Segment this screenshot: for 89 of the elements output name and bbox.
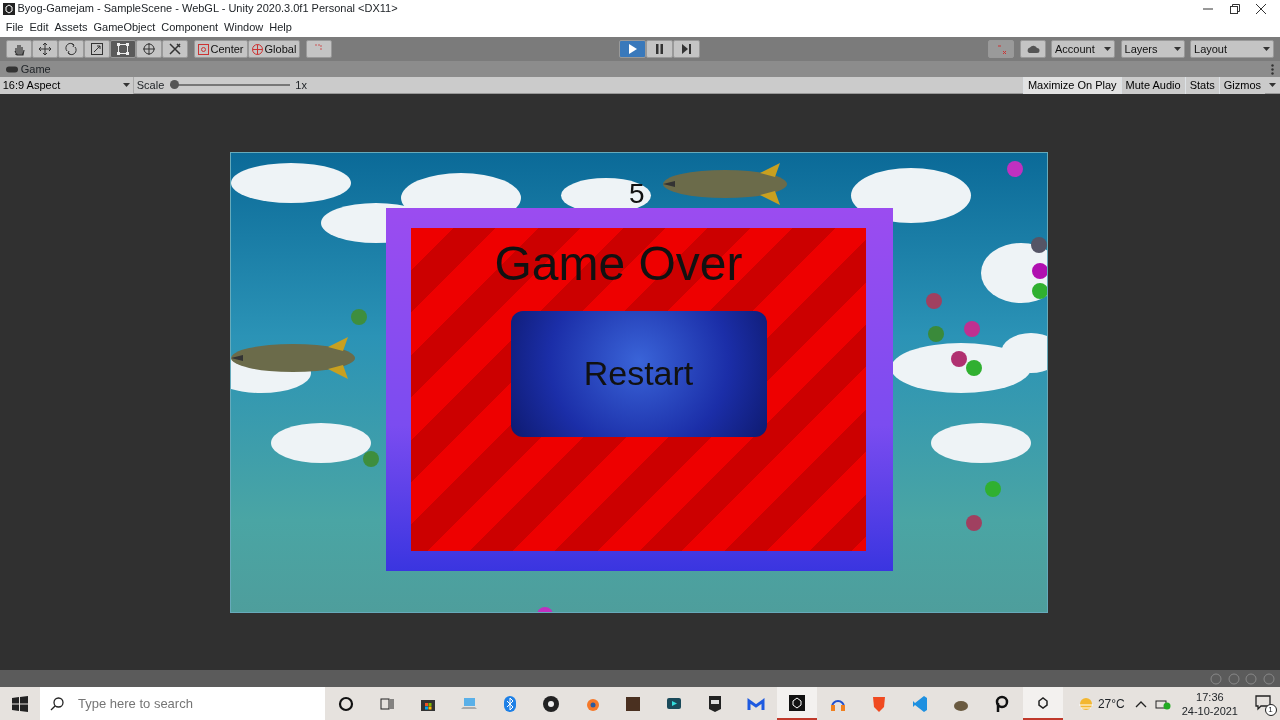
globe-icon xyxy=(251,43,263,55)
menu-item[interactable]: Window xyxy=(221,18,267,36)
ball-drawing xyxy=(964,321,980,337)
ball-drawing xyxy=(351,309,367,325)
tools-icon xyxy=(168,42,182,56)
rotate-arrows-icon xyxy=(64,42,78,56)
play-control-button[interactable] xyxy=(619,40,647,58)
p-logo-icon xyxy=(993,695,1011,713)
ball-drawing xyxy=(1007,161,1023,177)
search-field[interactable]: Type here to search xyxy=(76,693,296,715)
shield-icon xyxy=(870,695,888,713)
step-icon xyxy=(681,43,693,55)
window-title: Byog-Gamejam - SampleScene - WebGL - Unity 2020.3.0f1 Personal <DX11> xyxy=(17,1,398,17)
menu-item[interactable]: Edit xyxy=(26,18,52,36)
pivot-button[interactable]: Global xyxy=(247,40,301,58)
caret-icon xyxy=(1263,47,1270,51)
ball-drawing xyxy=(363,451,379,467)
disc-icon xyxy=(542,695,560,713)
chevron-up-icon[interactable] xyxy=(1134,700,1147,708)
code-editor-icon xyxy=(911,695,929,713)
ball-drawing xyxy=(985,481,1001,497)
restore-icon[interactable] xyxy=(1229,3,1240,14)
bluetooth-icon xyxy=(501,695,519,713)
notification-count: 1 xyxy=(1264,704,1277,716)
ball-drawing xyxy=(966,360,982,376)
pivot-icon xyxy=(197,43,209,55)
scale-icon xyxy=(90,42,104,56)
ball-drawing xyxy=(966,515,982,531)
taskbar-app[interactable] xyxy=(1023,687,1063,720)
play-control-button[interactable] xyxy=(673,40,701,58)
game-over-title: Game Over xyxy=(494,238,743,291)
tool-button[interactable] xyxy=(84,40,110,58)
m-logo-icon xyxy=(747,695,765,713)
menu-item[interactable]: Assets xyxy=(51,18,91,36)
search-icon xyxy=(50,697,64,711)
scale-reading: 1x xyxy=(295,77,307,93)
battery-icon[interactable] xyxy=(1154,698,1171,710)
circle-icon xyxy=(337,695,355,713)
play-icon xyxy=(627,43,639,55)
task-view-icon xyxy=(378,695,396,713)
chat-bubble-icon xyxy=(1254,695,1271,712)
taskbar-app[interactable] xyxy=(777,687,817,720)
gamepad-icon xyxy=(6,65,18,73)
notification-button[interactable]: 1 xyxy=(1254,694,1275,714)
score-text: 5 xyxy=(629,177,645,211)
transform-icon xyxy=(142,42,156,56)
weather-sun-icon xyxy=(1077,697,1096,711)
pause-icon xyxy=(654,43,666,55)
ball-drawing xyxy=(928,326,944,342)
ball-drawing xyxy=(1031,237,1047,253)
caret-icon xyxy=(1104,47,1111,51)
cloud-button[interactable] xyxy=(1019,40,1046,58)
caret-icon xyxy=(1269,83,1276,87)
menu-item[interactable]: GameObject xyxy=(90,18,159,36)
hand-icon xyxy=(12,42,26,56)
game-tab[interactable]: Game xyxy=(6,60,51,78)
shield-tile-icon xyxy=(706,695,724,713)
clock-date: 24-10-2021 xyxy=(1181,704,1238,719)
play-control-button[interactable] xyxy=(646,40,674,58)
portrait-tile-icon xyxy=(624,695,642,713)
rect-tool-icon xyxy=(116,42,130,56)
tool-button[interactable] xyxy=(58,40,84,58)
scale-label: Scale xyxy=(136,77,165,93)
menu-item[interactable]: Help xyxy=(266,18,295,36)
search-box[interactable]: Type here to search xyxy=(40,687,325,720)
dropdown[interactable]: Layers xyxy=(1120,40,1185,58)
tool-button[interactable] xyxy=(136,40,162,58)
more-options-icon[interactable] xyxy=(1271,63,1274,75)
weather-temperature: 27°C xyxy=(1097,696,1125,713)
windows-logo-icon xyxy=(12,696,28,712)
scale-slider-thumb[interactable] xyxy=(169,80,179,89)
menu-item[interactable]: File xyxy=(2,18,27,36)
close-icon[interactable] xyxy=(1256,3,1267,14)
caret-icon xyxy=(123,83,131,87)
clock[interactable]: 17:36 24-10-2021 xyxy=(1181,689,1238,719)
caret-icon xyxy=(1173,47,1181,51)
tool-button[interactable] xyxy=(32,40,58,58)
unity-tile-icon xyxy=(788,693,806,712)
pivot-button[interactable]: Center xyxy=(193,40,248,58)
tool-button[interactable] xyxy=(162,40,188,58)
menu-item[interactable]: Component xyxy=(158,18,222,36)
cloud-icon xyxy=(1025,44,1040,54)
move-arrows-icon xyxy=(38,42,52,56)
tool-button[interactable] xyxy=(110,40,136,58)
tool-button[interactable] xyxy=(6,40,32,58)
ball-drawing xyxy=(926,293,942,309)
dropdown[interactable]: Account xyxy=(1051,40,1115,58)
clock-time: 17:36 xyxy=(1196,689,1224,704)
dropdown[interactable]: Layout xyxy=(1190,40,1274,58)
